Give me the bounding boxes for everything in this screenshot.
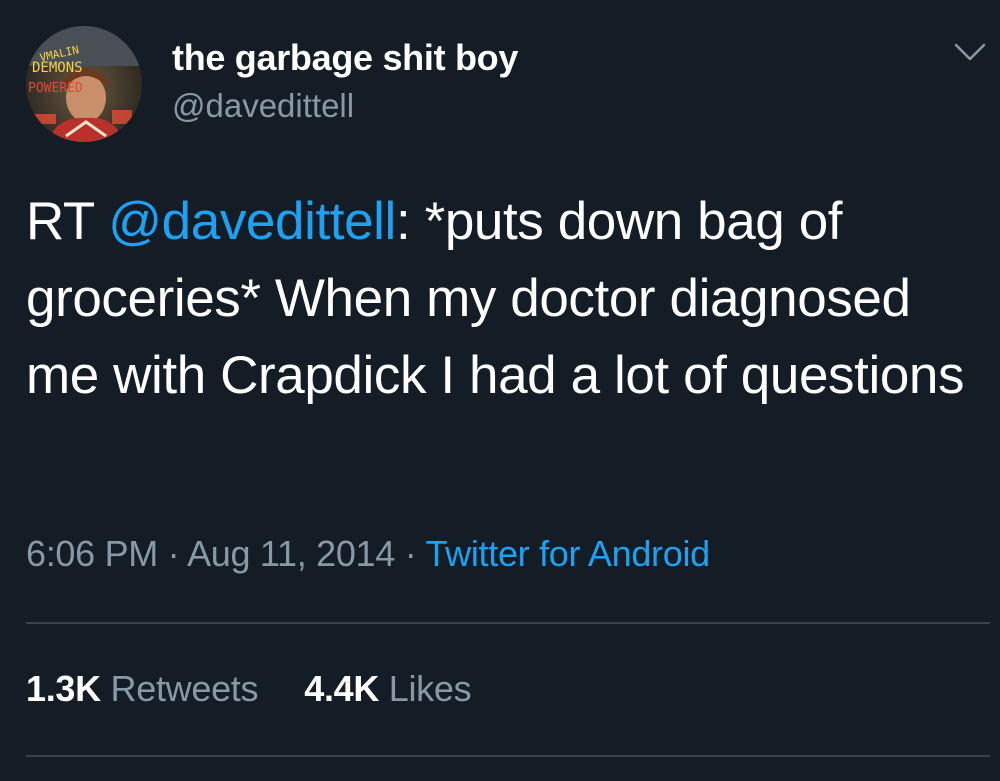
chevron-down-icon[interactable]	[952, 40, 988, 64]
tweet-date: Aug 11, 2014	[187, 533, 395, 574]
retweets-label: Retweets	[110, 668, 259, 709]
tweet-source-link[interactable]: Twitter for Android	[425, 533, 710, 574]
likes-stat[interactable]: 4.4K Likes	[304, 668, 471, 709]
tweet-text: RT @davedittell: *puts down bag of groce…	[26, 183, 976, 414]
retweets-count: 1.3K	[26, 668, 101, 709]
retweets-stat[interactable]: 1.3K Retweets	[26, 668, 259, 709]
mention-link[interactable]: @davedittell	[108, 192, 396, 251]
divider	[26, 755, 990, 757]
meta-separator: ·	[395, 533, 426, 574]
tweet-time: 6:06 PM	[26, 533, 158, 574]
likes-count: 4.4K	[304, 668, 380, 709]
tweet-stats: 1.3K Retweets 4.4K Likes	[26, 668, 472, 710]
divider	[26, 622, 990, 624]
avatar-image: VMALIN DEMONS POWERED	[26, 26, 142, 142]
meta-separator: ·	[157, 533, 188, 574]
display-name[interactable]: the garbage shit boy	[172, 37, 518, 79]
retweet-prefix: RT	[26, 192, 109, 251]
user-handle[interactable]: @davedittell	[172, 87, 354, 125]
avatar[interactable]: VMALIN DEMONS POWERED	[26, 26, 142, 142]
tweet-meta: 6:06 PM · Aug 11, 2014 · Twitter for And…	[26, 533, 710, 575]
svg-text:DEMONS: DEMONS	[32, 60, 83, 76]
likes-label: Likes	[388, 668, 472, 709]
svg-text:POWERED: POWERED	[28, 81, 83, 96]
